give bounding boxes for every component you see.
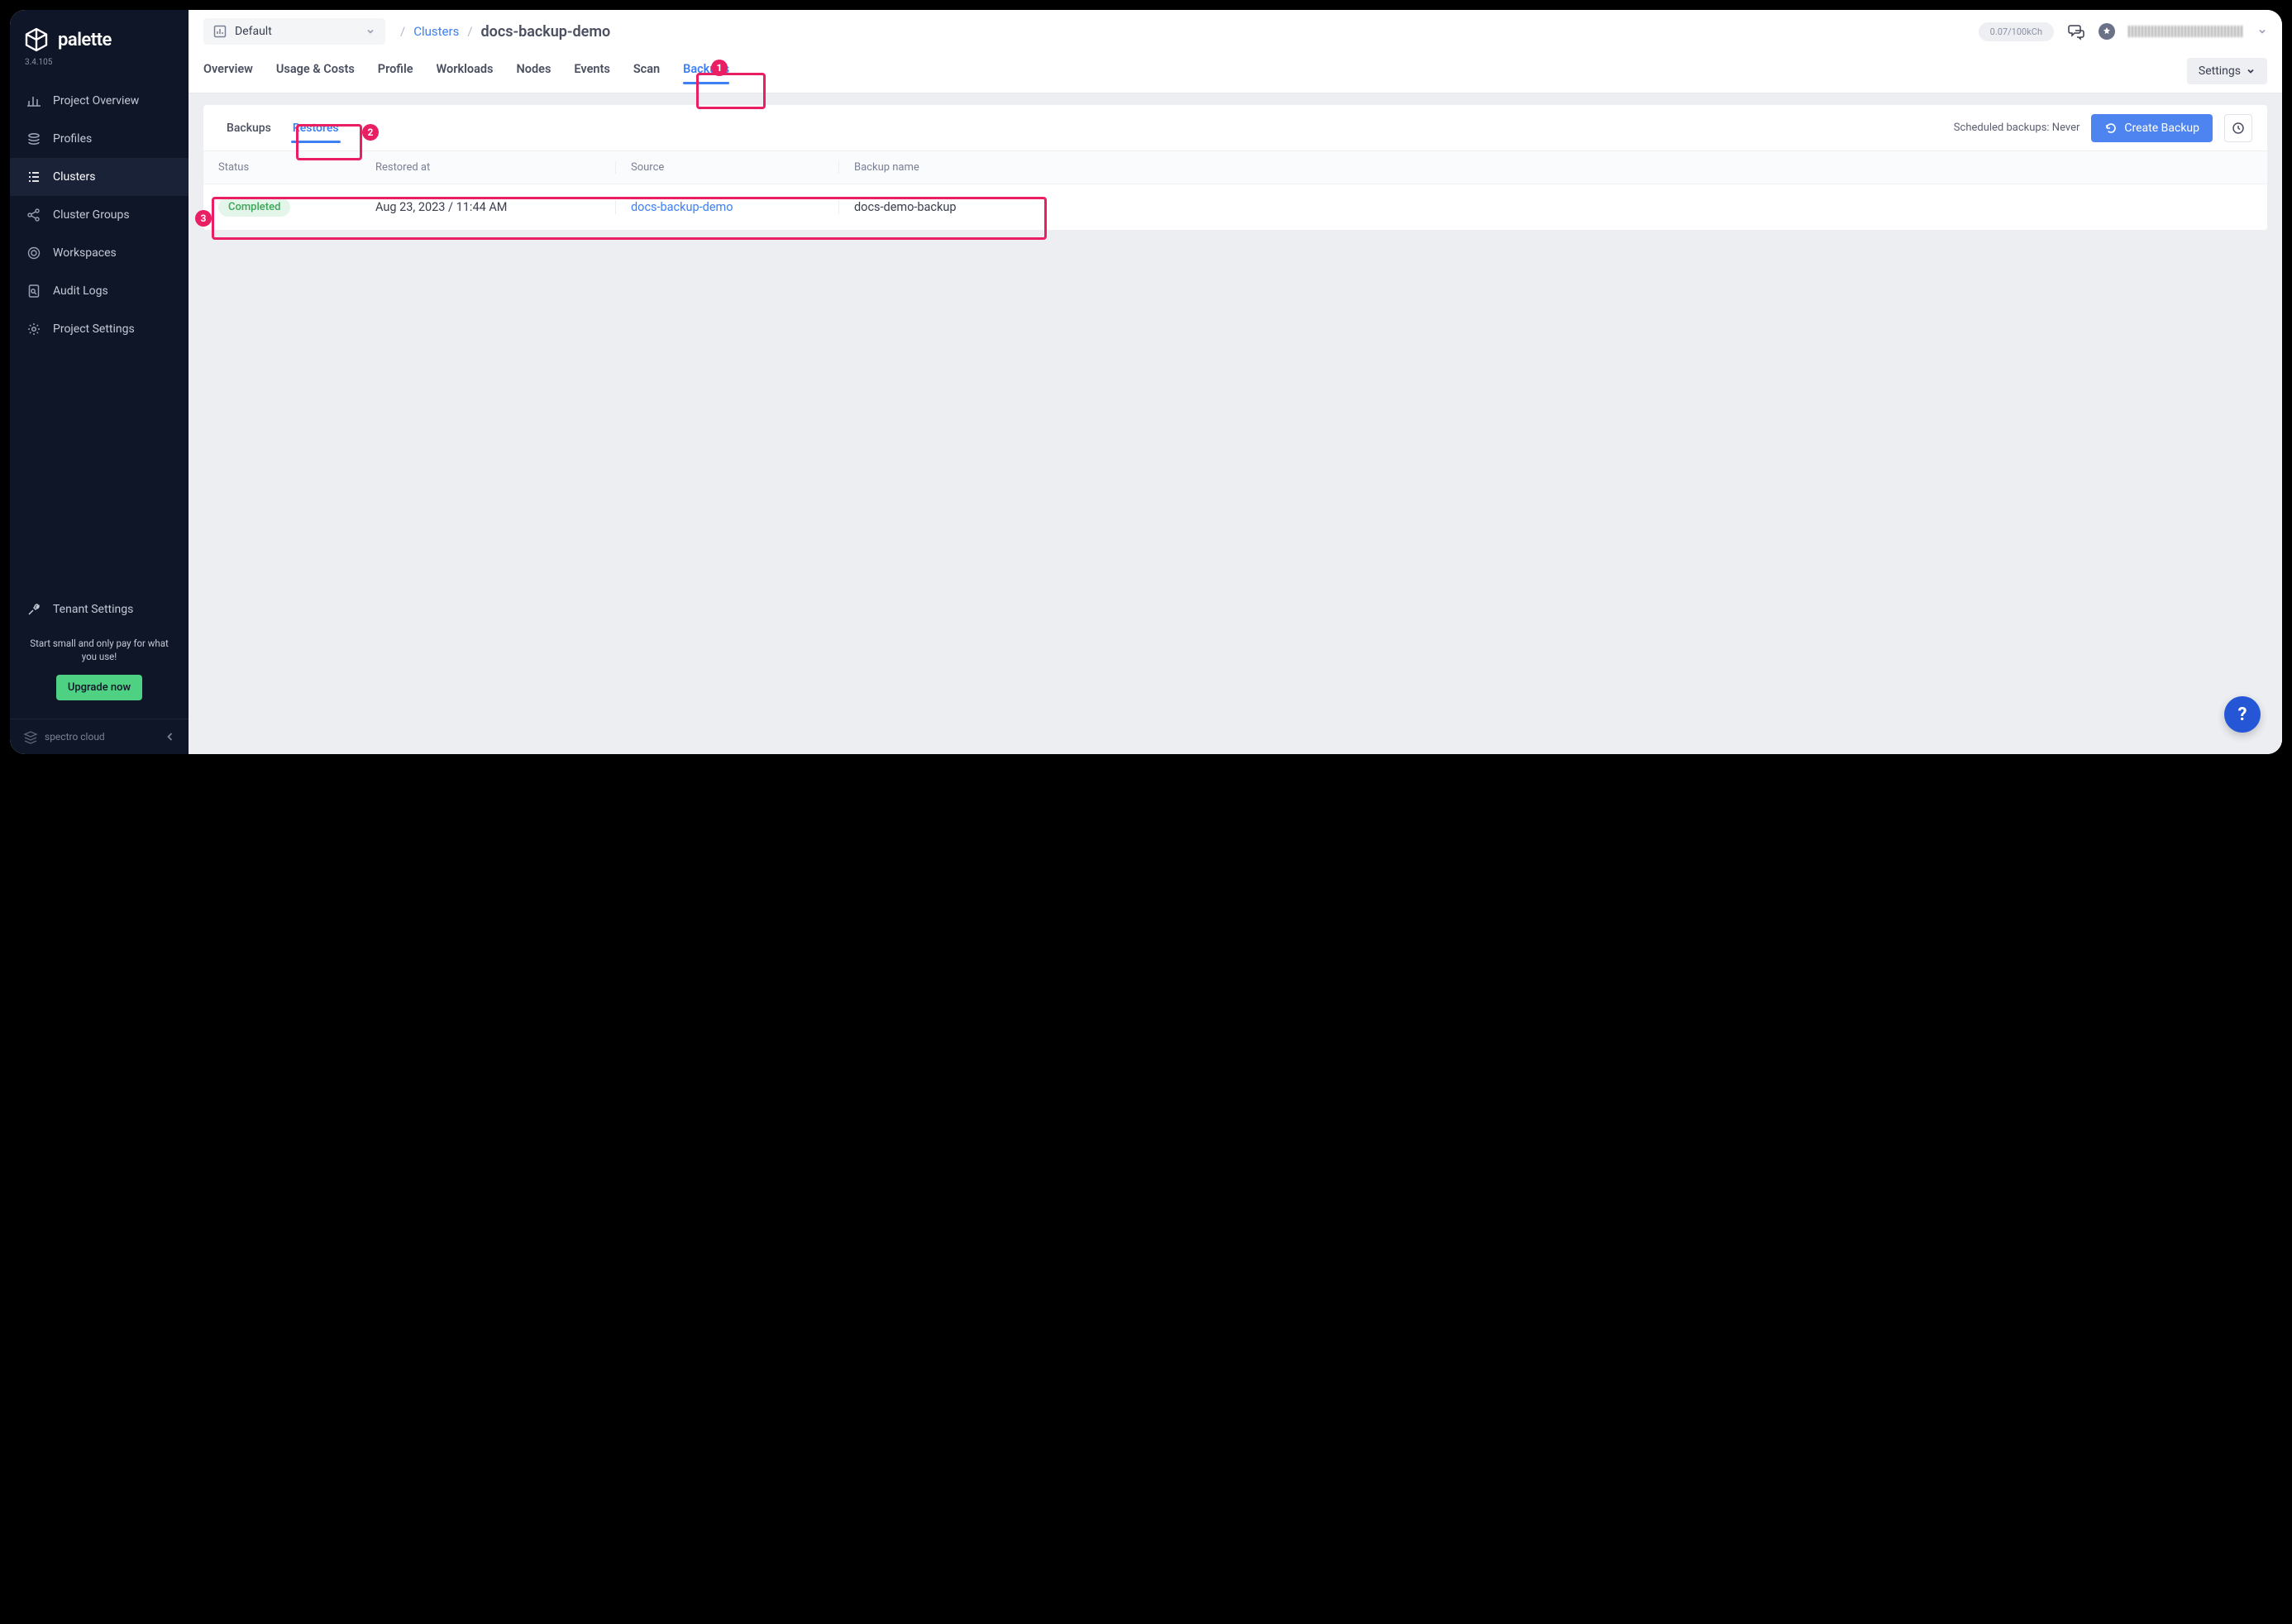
logo-icon [23, 26, 50, 53]
tab-usage-costs[interactable]: Usage & Costs [276, 62, 355, 89]
subtab-backups[interactable]: Backups [218, 107, 279, 150]
sidebar-item-cluster-groups[interactable]: Cluster Groups [10, 196, 189, 234]
tab-scan[interactable]: Scan [633, 62, 660, 89]
topbar-right: 0.07/100kCh [1979, 22, 2267, 41]
sidebar-item-project-settings[interactable]: Project Settings [10, 310, 189, 348]
file-search-icon [26, 284, 41, 299]
annotation-badge-2: 2 [362, 124, 379, 141]
cell-source-link[interactable]: docs-backup-demo [631, 200, 733, 214]
project-name: Default [235, 25, 272, 38]
company-icon [23, 729, 38, 744]
brand-name: palette [58, 30, 112, 50]
target-icon [26, 246, 41, 260]
promo-text: Start small and only pay for what you us… [10, 628, 189, 671]
breadcrumb-parent-link[interactable]: Clusters [413, 24, 459, 39]
clock-icon [2232, 122, 2245, 135]
th-backup: Backup name [838, 161, 2252, 174]
user-menu-chevron[interactable] [2257, 26, 2267, 36]
layers-icon [26, 131, 41, 146]
backups-panel: Backups Restores Scheduled backups: Neve… [203, 105, 2267, 230]
cell-restored: Aug 23, 2023 / 11:44 AM [375, 200, 615, 214]
version-label: 3.4.105 [10, 58, 189, 82]
panel-head: Backups Restores Scheduled backups: Neve… [203, 105, 2267, 151]
sidebar-item-label: Audit Logs [53, 284, 108, 298]
sidebar-item-label: Project Settings [53, 322, 135, 336]
tab-workloads[interactable]: Workloads [437, 62, 494, 89]
sidebar-item-tenant-settings[interactable]: Tenant Settings [10, 590, 189, 628]
history-button[interactable] [2224, 114, 2252, 142]
cluster-tabs: Overview Usage & Costs Profile Workloads… [189, 45, 2282, 93]
tools-icon [26, 602, 41, 617]
scheduled-backups-text: Scheduled backups: Never [1954, 122, 2080, 134]
sidebar-item-project-overview[interactable]: Project Overview [10, 82, 189, 120]
footer-brand[interactable]: spectro cloud [10, 719, 189, 754]
sidebar-item-clusters[interactable]: Clusters [10, 158, 189, 196]
sidebar-bottom: Tenant Settings Start small and only pay… [10, 590, 189, 719]
username-redacted [2128, 26, 2244, 37]
help-fab[interactable]: ? [2224, 696, 2261, 733]
gear-icon [26, 322, 41, 337]
breadcrumb: / Clusters / docs-backup-demo [400, 23, 610, 41]
tab-overview[interactable]: Overview [203, 62, 253, 89]
breadcrumb-current: docs-backup-demo [481, 23, 611, 41]
table-row[interactable]: Completed Aug 23, 2023 / 11:44 AM docs-b… [203, 184, 2267, 230]
chevron-left-icon [165, 732, 175, 742]
chat-icon[interactable] [2067, 22, 2085, 41]
settings-label: Settings [2199, 64, 2241, 78]
sidebar-item-label: Project Overview [53, 94, 139, 107]
star-badge-icon[interactable] [2099, 23, 2115, 40]
table-header: Status Restored at Source Backup name [203, 151, 2267, 184]
tab-profile[interactable]: Profile [378, 62, 413, 89]
sidebar-item-audit-logs[interactable]: Audit Logs [10, 272, 189, 310]
panel-head-right: Scheduled backups: Never Create Backup [1954, 114, 2252, 142]
sidebar-item-workspaces[interactable]: Workspaces [10, 234, 189, 272]
th-restored: Restored at [375, 161, 615, 174]
content-area: Backups Restores Scheduled backups: Neve… [189, 93, 2282, 754]
sidebar-item-profiles[interactable]: Profiles [10, 120, 189, 158]
sidebar-item-label: Cluster Groups [53, 208, 130, 222]
list-icon [26, 170, 41, 184]
sidebar-nav: Project Overview Profiles Clusters Clust… [10, 82, 189, 590]
sidebar-item-label: Clusters [53, 170, 95, 184]
chart-bars-icon [26, 93, 41, 108]
chevron-down-icon [365, 26, 375, 36]
create-backup-label: Create Backup [2124, 122, 2199, 135]
sidebar: palette 3.4.105 Project Overview Profile… [10, 10, 189, 754]
settings-button[interactable]: Settings [2187, 58, 2267, 84]
sidebar-item-label: Profiles [53, 132, 92, 146]
th-source: Source [615, 161, 838, 174]
create-backup-button[interactable]: Create Backup [2091, 114, 2213, 142]
chart-square-icon [213, 25, 227, 38]
th-status: Status [218, 161, 375, 174]
project-selector[interactable]: Default [203, 18, 385, 45]
topbar: Default / Clusters / docs-backup-demo 0.… [189, 10, 2282, 45]
tenant-settings-label: Tenant Settings [53, 603, 133, 616]
tab-events[interactable]: Events [574, 62, 609, 89]
nodes-icon [26, 208, 41, 222]
tab-nodes[interactable]: Nodes [517, 62, 552, 89]
usage-pill[interactable]: 0.07/100kCh [1979, 22, 2054, 41]
upgrade-button[interactable]: Upgrade now [56, 675, 142, 700]
breadcrumb-sep: / [400, 24, 405, 39]
breadcrumb-sep: / [467, 24, 472, 39]
cell-backup: docs-demo-backup [838, 200, 2252, 214]
subtab-restores[interactable]: Restores [284, 107, 347, 150]
restore-icon [2104, 122, 2118, 135]
logo: palette [10, 10, 189, 58]
footer-brand-text: spectro cloud [45, 731, 105, 743]
app-window: palette 3.4.105 Project Overview Profile… [10, 10, 2282, 754]
main-area: Default / Clusters / docs-backup-demo 0.… [189, 10, 2282, 754]
chevron-down-icon [2246, 66, 2256, 76]
status-badge: Completed [218, 198, 290, 217]
annotation-badge-3: 3 [195, 210, 212, 227]
annotation-badge-1: 1 [711, 60, 728, 76]
sidebar-item-label: Workspaces [53, 246, 117, 260]
